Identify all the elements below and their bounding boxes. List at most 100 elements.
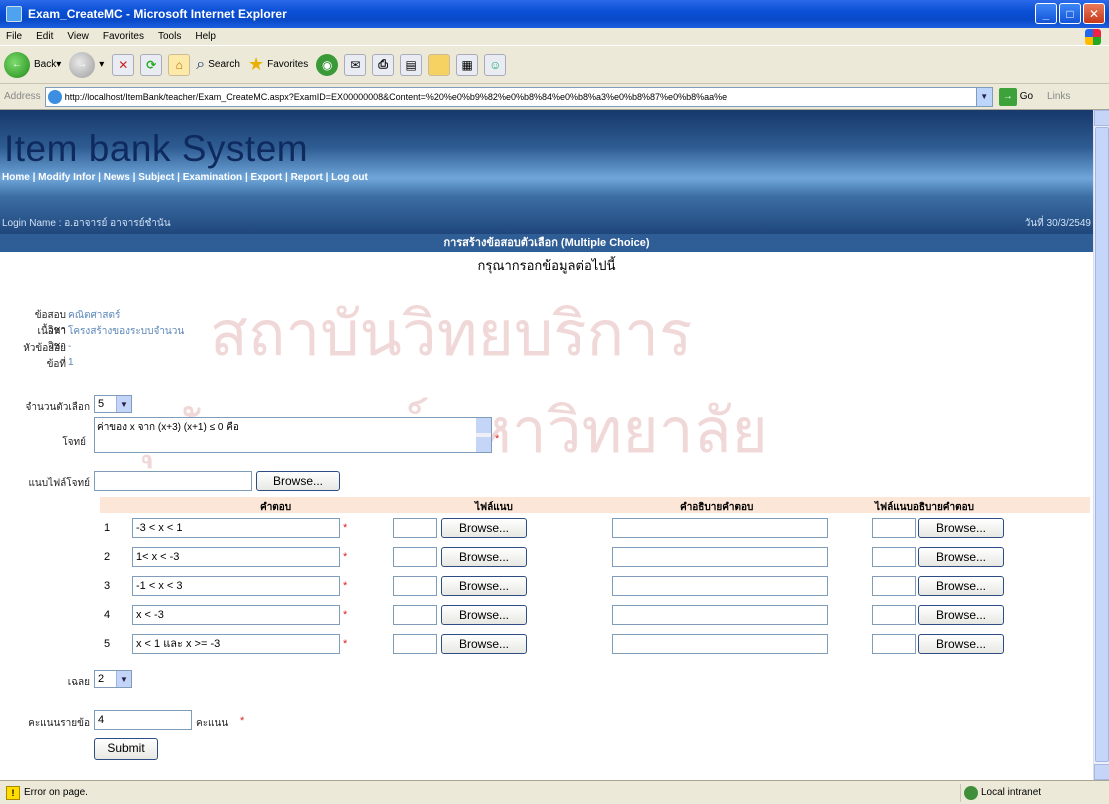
security-zone: Local intranet (960, 784, 1106, 802)
mail-icon[interactable]: ✉ (344, 53, 367, 76)
menu-tools[interactable]: Tools (158, 31, 181, 42)
explanation-attachment-path-input[interactable] (872, 634, 916, 654)
menu-favorites[interactable]: Favorites (103, 31, 144, 42)
attach-question-path-input[interactable] (94, 471, 252, 491)
explanation-attachment-path-input[interactable] (872, 518, 916, 538)
minimize-button[interactable]: _ (1035, 3, 1057, 24)
header-attachment: ไฟล์แนบ (475, 502, 513, 513)
explanation-input[interactable] (612, 634, 828, 654)
ie-icon (6, 6, 22, 22)
menu-file[interactable]: File (6, 31, 22, 42)
window-title: Exam_CreateMC - Microsoft Internet Explo… (28, 7, 287, 21)
explanation-attachment-path-input[interactable] (872, 576, 916, 596)
answer-input[interactable]: -1 < x < 3 (132, 576, 340, 596)
go-button[interactable]: → Go (998, 87, 1033, 106)
nav-subject[interactable]: Subject (138, 172, 174, 183)
forward-button[interactable]: → ▾ (69, 51, 104, 78)
answer-input[interactable]: 1< x < -3 (132, 547, 340, 567)
attachment-path-input[interactable] (393, 605, 437, 625)
menu-help[interactable]: Help (195, 31, 216, 42)
nav-modify-infor[interactable]: Modify Infor (38, 172, 95, 183)
explanation-attachment-browse-button[interactable]: Browse... (918, 547, 1004, 567)
toolbar: ← Back ▾ → ▾ ✕ ⟳ ⌂ ⌕ Search ★ Favorites … (0, 46, 1109, 84)
submit-button[interactable]: Submit (94, 738, 158, 760)
attachment-browse-button[interactable]: Browse... (441, 547, 527, 567)
instruction-text: กรุณากรอกข้อมูลต่อไปนี้ (477, 258, 616, 273)
attachment-path-input[interactable] (393, 576, 437, 596)
answer-input[interactable]: x < 1 และ x >= -3 (132, 634, 340, 654)
attachment-path-input[interactable] (393, 547, 437, 567)
menu-view[interactable]: View (67, 31, 89, 42)
explanation-attachment-browse-button[interactable]: Browse... (918, 634, 1004, 654)
nav-export[interactable]: Export (251, 172, 283, 183)
choice-count-label: จำนวนตัวเลือก (25, 402, 90, 413)
chevron-down-icon: ▼ (116, 671, 131, 687)
page-scrollbar[interactable] (1093, 110, 1109, 780)
nav-report[interactable]: Report (291, 172, 323, 183)
scroll-thumb[interactable] (1095, 127, 1109, 762)
header-answer: คำตอบ (260, 502, 292, 513)
attachment-browse-button[interactable]: Browse... (441, 518, 527, 538)
score-required-mark: * (240, 715, 245, 727)
home-icon[interactable]: ⌂ (168, 53, 191, 76)
address-url: http://localhost/ItemBank/teacher/Exam_C… (64, 91, 728, 102)
research-icon[interactable]: ▦ (456, 53, 479, 76)
scroll-up-icon[interactable] (1094, 110, 1109, 126)
question-textarea[interactable]: ค่าของ x จาก (x+3) (x+1) ≤ 0 คือ (94, 417, 492, 453)
explanation-attachment-browse-button[interactable]: Browse... (918, 576, 1004, 596)
question-label: โจทย์ (62, 437, 86, 448)
search-button[interactable]: ⌕ Search (196, 56, 240, 74)
star-icon: ★ (247, 54, 265, 74)
nav-news[interactable]: News (104, 172, 130, 183)
nav-examination[interactable]: Examination (183, 172, 242, 183)
media-icon[interactable]: ◉ (316, 53, 339, 76)
page-viewport: Item bank System Home | Modify Infor | N… (0, 110, 1093, 780)
answer-key-select[interactable]: 2 ▼ (94, 670, 132, 688)
site-title: Item bank System (4, 128, 309, 169)
favorites-button[interactable]: ★ Favorites (248, 54, 308, 75)
site-banner: Item bank System Home | Modify Infor | N… (0, 110, 1093, 234)
go-arrow-icon: → (998, 87, 1017, 106)
attachment-path-input[interactable] (393, 518, 437, 538)
attachment-browse-button[interactable]: Browse... (441, 634, 527, 654)
refresh-icon[interactable]: ⟳ (140, 53, 163, 76)
menu-edit[interactable]: Edit (36, 31, 53, 42)
page-subheading: การสร้างข้อสอบตัวเลือก (Multiple Choice) (0, 234, 1093, 252)
back-button[interactable]: ← Back ▾ (4, 51, 61, 78)
search-icon: ⌕ (196, 55, 206, 73)
attachment-browse-button[interactable]: Browse... (441, 605, 527, 625)
site-nav: Home | Modify Infor | News | Subject | E… (2, 172, 368, 183)
edit-icon[interactable]: ▤ (400, 53, 423, 76)
explanation-attachment-browse-button[interactable]: Browse... (918, 605, 1004, 625)
required-mark: * (343, 551, 348, 563)
explanation-input[interactable] (612, 518, 828, 538)
print-icon[interactable]: ⎙ (372, 53, 395, 76)
explanation-attachment-path-input[interactable] (872, 605, 916, 625)
folder-icon[interactable] (428, 53, 451, 76)
choice-count-select[interactable]: 5 ▼ (94, 395, 132, 413)
maximize-button[interactable]: □ (1059, 3, 1081, 24)
attachment-browse-button[interactable]: Browse... (441, 576, 527, 596)
answer-input[interactable]: -3 < x < 1 (132, 518, 340, 538)
explanation-input[interactable] (612, 547, 828, 567)
warning-icon[interactable]: ! (6, 785, 20, 800)
links-button[interactable]: Links (1047, 91, 1070, 102)
score-input[interactable]: 4 (94, 710, 192, 730)
question-number-value: 1 (68, 357, 74, 368)
answer-input[interactable]: x < -3 (132, 605, 340, 625)
nav-home[interactable]: Home (2, 172, 30, 183)
explanation-input[interactable] (612, 605, 828, 625)
explanation-input[interactable] (612, 576, 828, 596)
explanation-attachment-browse-button[interactable]: Browse... (918, 518, 1004, 538)
address-dropdown-icon[interactable]: ▼ (975, 87, 992, 106)
messenger-icon[interactable]: ☺ (484, 53, 507, 76)
close-button[interactable]: ✕ (1083, 3, 1105, 24)
attachment-path-input[interactable] (393, 634, 437, 654)
attach-question-browse-button[interactable]: Browse... (256, 471, 340, 491)
stop-icon[interactable]: ✕ (112, 53, 135, 76)
scroll-down-icon[interactable] (1094, 764, 1109, 780)
address-input[interactable]: http://localhost/ItemBank/teacher/Exam_C… (44, 86, 993, 107)
nav-log-out[interactable]: Log out (331, 172, 368, 183)
textarea-scrollbar[interactable] (476, 418, 491, 452)
explanation-attachment-path-input[interactable] (872, 547, 916, 567)
